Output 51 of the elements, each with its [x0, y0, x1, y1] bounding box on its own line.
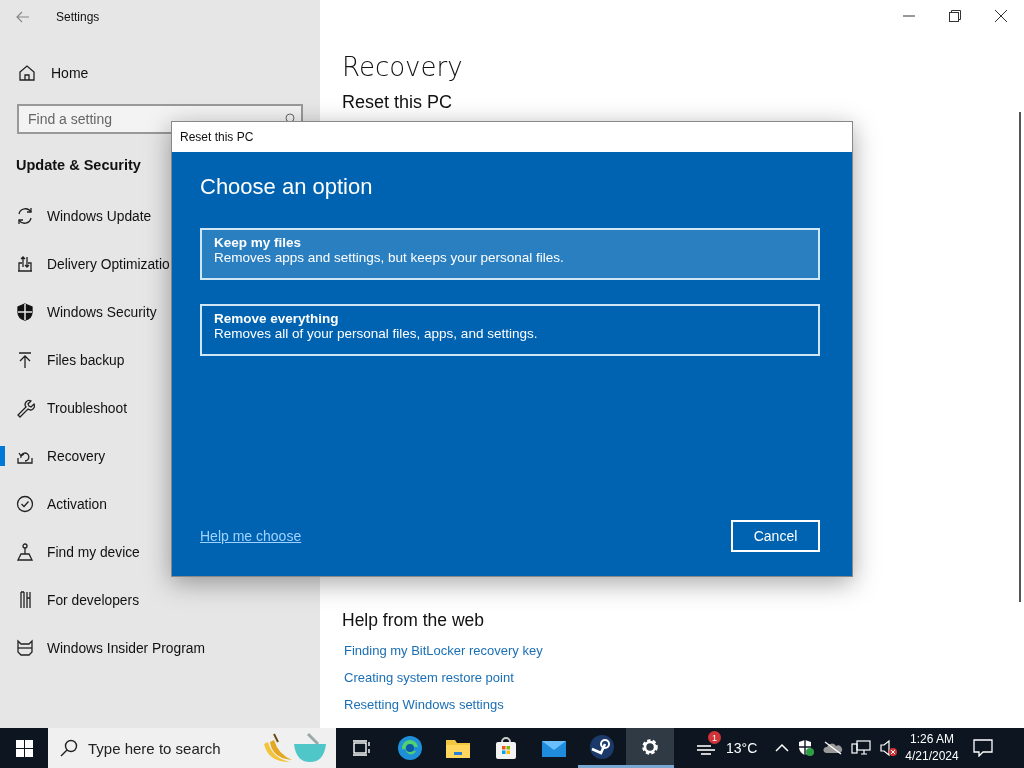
network-icon[interactable]	[851, 739, 872, 757]
taskbar-search-field[interactable]: Type here to search	[48, 728, 336, 768]
sidebar-item[interactable]: Windows Insider Program	[0, 624, 320, 672]
sidebar-item[interactable]: Activation	[0, 480, 320, 528]
help-link[interactable]: Creating system restore point	[344, 670, 514, 685]
dialog-heading: Choose an option	[200, 174, 374, 200]
window-title: Settings	[56, 10, 100, 24]
cancel-button[interactable]: Cancel	[731, 520, 820, 552]
clock-time[interactable]: 1:26 AM	[909, 731, 954, 748]
cat-icon	[15, 638, 35, 658]
sidebar-item[interactable]: For developers	[0, 576, 320, 624]
sync-icon	[15, 206, 35, 226]
section-heading: Update & Security	[16, 157, 141, 173]
help-link[interactable]: Finding my BitLocker recovery key	[344, 643, 543, 658]
cloud-icon[interactable]	[823, 740, 844, 756]
shield-icon[interactable]	[797, 739, 816, 757]
notification-icon[interactable]	[972, 739, 993, 757]
page-title: Recovery	[342, 52, 464, 82]
steam-icon	[589, 733, 615, 760]
help-link[interactable]: Resetting Windows settings	[344, 697, 504, 712]
option-button[interactable]: Keep my files Removes apps and settings, but keeps your personal files.	[200, 228, 820, 280]
person-pin-icon	[15, 542, 35, 562]
search-icon	[60, 739, 78, 757]
task-view-icon	[352, 738, 372, 758]
home-link[interactable]: Home	[51, 65, 89, 81]
scrollbar[interactable]	[1019, 112, 1021, 602]
notification-badge: 1	[708, 731, 721, 744]
close-icon[interactable]	[995, 10, 1007, 22]
browser-icon	[397, 735, 423, 761]
taskbar-app[interactable]	[626, 728, 674, 768]
help-link[interactable]: Help me choose	[200, 528, 302, 544]
option-button[interactable]: Remove everything Removes all of your personal files, apps, and settings.	[200, 304, 820, 356]
shopping-bag-icon	[494, 736, 518, 760]
folder-icon	[445, 737, 471, 759]
back-arrow-icon[interactable]	[16, 11, 30, 23]
sidebar-item[interactable]: Troubleshoot	[0, 384, 320, 432]
volume-muted-icon[interactable]	[879, 739, 900, 757]
home-icon	[17, 63, 37, 83]
wrench-icon	[15, 398, 35, 418]
sidebar-item[interactable]: Recovery	[0, 432, 320, 480]
clock-date[interactable]: 4/21/2024	[905, 748, 959, 765]
chevron-up-icon[interactable]	[775, 743, 790, 753]
shield-icon	[15, 302, 35, 322]
restore-icon[interactable]	[949, 10, 961, 22]
envelope-icon	[541, 738, 567, 758]
temperature[interactable]: 13°C	[726, 740, 758, 756]
upload-tray-icon	[15, 254, 35, 274]
windows-logo-icon[interactable]	[15, 739, 33, 757]
section-heading: Help from the web	[342, 610, 485, 631]
section-heading: Reset this PC	[342, 92, 454, 113]
check-circle-icon	[15, 494, 35, 514]
